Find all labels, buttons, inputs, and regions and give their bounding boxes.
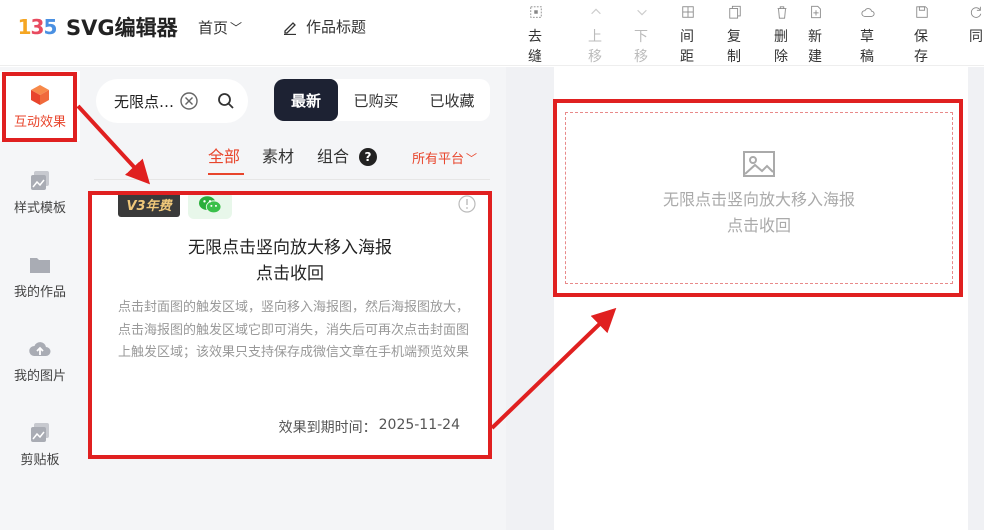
tab-favorites[interactable]: 已收藏	[414, 79, 490, 121]
chevron-down-icon: ﹀	[466, 151, 478, 165]
active-tab-underline	[208, 173, 244, 175]
platform-label: 所有平台	[412, 152, 465, 167]
search-icon[interactable]	[216, 91, 236, 111]
arrow-up-icon	[588, 4, 604, 20]
platform-dropdown[interactable]: 所有平台 ﹀	[412, 148, 478, 168]
spacing-icon	[680, 4, 696, 20]
arrow-down-icon	[634, 4, 650, 20]
draft-button[interactable]: 草稿	[860, 4, 876, 66]
rail-item-my-works[interactable]: 我的作品	[0, 241, 80, 311]
filter-tabs: 最新 已购买 已收藏	[274, 79, 490, 121]
highlight-box-card	[88, 191, 492, 459]
move-down-button[interactable]: 下移	[634, 4, 650, 66]
highlight-box-canvas	[553, 99, 963, 297]
pencil-icon	[284, 21, 296, 35]
trash-icon	[774, 4, 790, 20]
copy-button[interactable]: 复制	[727, 4, 743, 66]
chevron-down-icon: ﹀	[230, 21, 243, 35]
search-box[interactable]: 无限点击竖向放大移入海报	[96, 79, 248, 123]
app-name: SVG编辑器	[66, 16, 178, 40]
category-materials[interactable]: 素材	[262, 143, 294, 167]
nav-home-label: 首页	[198, 19, 229, 37]
tab-purchased[interactable]: 已购买	[338, 79, 414, 121]
nav-home-dropdown[interactable]: 首页 ﹀	[198, 17, 242, 38]
save-icon	[914, 4, 930, 20]
rail-item-style-templates[interactable]: 样式模板	[0, 157, 80, 227]
sync-button[interactable]: 同	[968, 4, 984, 46]
sync-icon	[968, 4, 984, 20]
new-file-icon	[808, 4, 824, 20]
clear-icon[interactable]	[179, 91, 199, 111]
gap-icon	[528, 4, 544, 20]
rail-item-clipboard[interactable]: 剪贴板	[0, 409, 80, 479]
app-header: 135 SVG编辑器 首页 ﹀ 作品标题 去缝隙 上移 下移 间距 复制	[0, 0, 984, 85]
category-combos[interactable]: 组合	[317, 143, 349, 167]
spacing-button[interactable]: 间距	[680, 4, 696, 66]
tab-latest[interactable]: 最新	[274, 79, 338, 121]
app-logo[interactable]: 135	[16, 8, 58, 46]
move-up-button[interactable]: 上移	[588, 4, 604, 66]
delete-button[interactable]: 删除	[774, 4, 790, 66]
rail-item-my-images[interactable]: 我的图片	[0, 325, 80, 395]
template-icon	[31, 170, 49, 190]
work-title-label: 作品标题	[306, 18, 367, 36]
cloud-upload-icon	[29, 341, 51, 356]
work-title-edit[interactable]: 作品标题	[282, 16, 366, 37]
clipboard-icon	[31, 422, 49, 442]
folder-icon	[30, 257, 50, 273]
search-input[interactable]: 无限点击竖向放大移入海报	[114, 91, 176, 112]
divider	[94, 179, 490, 180]
category-all[interactable]: 全部	[208, 143, 240, 167]
help-icon[interactable]: ?	[359, 148, 377, 166]
copy-icon	[727, 4, 743, 20]
cloud-icon	[860, 4, 876, 20]
highlight-box-rail	[2, 72, 77, 142]
new-button[interactable]: 新建	[808, 4, 824, 66]
save-button[interactable]: 保存	[914, 4, 930, 66]
